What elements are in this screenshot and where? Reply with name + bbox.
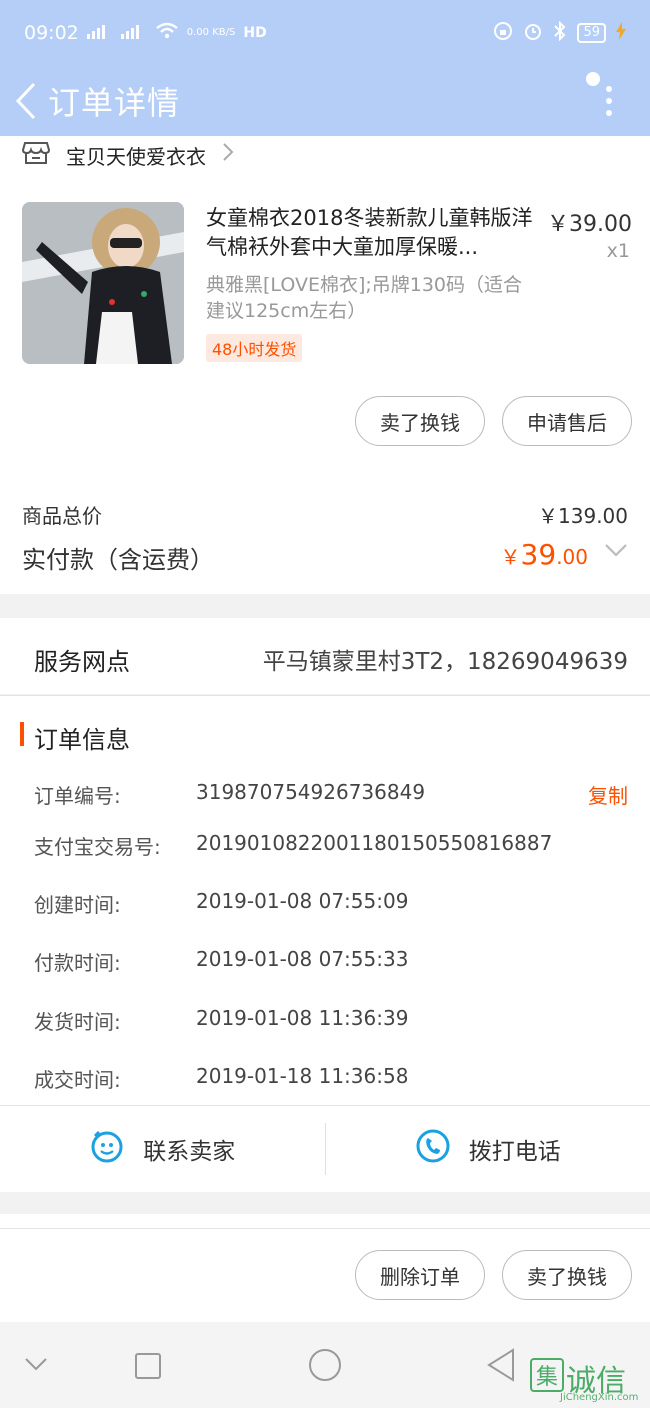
product-quantity: x1: [606, 240, 630, 262]
paid-label: 实付款（含运费）: [22, 546, 214, 574]
product-image[interactable]: [22, 202, 184, 364]
shop-row[interactable]: 宝贝天使爱衣衣: [0, 136, 650, 174]
divider: [0, 695, 650, 696]
product-title[interactable]: 女童棉衣2018冬装新款儿童韩版洋气棉袄外套中大童加厚保暖...: [206, 204, 536, 262]
watermark-sub: JiChengXin.com: [560, 1392, 639, 1403]
signal-icon: [86, 23, 113, 43]
call-button[interactable]: 拨打电话: [326, 1128, 650, 1170]
call-label: 拨打电话: [468, 1139, 561, 1165]
recent-apps-icon[interactable]: [134, 1352, 162, 1384]
status-time: 09:02: [24, 22, 79, 44]
charging-icon: [616, 21, 626, 45]
wifi-icon: [155, 22, 179, 45]
paid-decimal: .00: [556, 545, 588, 569]
notification-dot: [586, 72, 600, 86]
top-navbar: 订单详情: [0, 66, 650, 136]
created-time-label: 创建时间:: [34, 893, 121, 917]
closed-time-value: 2019-01-18 11:36:58: [196, 1064, 409, 1088]
watermark-mark: 集: [530, 1358, 564, 1392]
bluetooth-icon: [553, 20, 567, 46]
shipping-tag: 48小时发货: [206, 334, 303, 362]
back-arrow-icon[interactable]: [4, 66, 48, 136]
shipped-time-value: 2019-01-08 11:36:39: [196, 1006, 409, 1030]
total-value: ￥139.00: [538, 504, 628, 528]
back-triangle-icon[interactable]: [486, 1348, 516, 1386]
service-value: 平马镇蒙里村3T2，18269049639: [262, 649, 628, 675]
sell-button[interactable]: 卖了换钱: [355, 396, 485, 446]
chevron-right-icon: [222, 142, 234, 168]
paid-time-label: 付款时间:: [34, 951, 121, 975]
lock-icon: [493, 21, 513, 46]
contact-seller-button[interactable]: 联系卖家: [0, 1128, 325, 1170]
paid-currency: ￥: [500, 545, 521, 569]
battery-level: 59: [577, 23, 606, 43]
alipay-number-value: 2019010822001180150550816887: [196, 831, 553, 855]
paid-integer: 39: [520, 538, 557, 571]
closed-time-label: 成交时间:: [34, 1068, 121, 1092]
paid-value[interactable]: ￥39.00: [501, 538, 588, 571]
sell-button[interactable]: 卖了换钱: [502, 1250, 632, 1300]
product-sku: 典雅黑[LOVE棉衣];吊牌130码（适合建议125cm左右）: [206, 274, 523, 322]
status-bar: 09:02 0.00 KB/S HD 59: [0, 0, 650, 66]
hd-badge: HD: [243, 25, 267, 41]
chevron-down-icon[interactable]: [604, 542, 628, 562]
contact-row: 联系卖家 拨打电话: [0, 1106, 650, 1192]
net-speed: 0.00 KB/S: [186, 27, 236, 38]
section-accent-bar: [20, 722, 24, 746]
paid-time-value: 2019-01-08 07:55:33: [196, 947, 409, 971]
alarm-icon: [523, 21, 543, 46]
created-time-value: 2019-01-08 07:55:09: [196, 889, 409, 913]
watermark-logo: 集 诚信 JiChengXin.com: [530, 1356, 644, 1406]
phone-icon: [415, 1128, 451, 1170]
total-label: 商品总价: [22, 504, 102, 528]
shipped-time-label: 发货时间:: [34, 1010, 121, 1034]
alipay-number-label: 支付宝交易号:: [34, 835, 161, 859]
store-icon: [21, 141, 51, 169]
contact-seller-label: 联系卖家: [143, 1139, 236, 1165]
service-label: 服务网点: [34, 648, 130, 676]
chevron-down-icon[interactable]: [24, 1356, 48, 1375]
chat-smile-icon: [89, 1128, 125, 1170]
order-info-title: 订单信息: [34, 726, 130, 754]
delete-order-button[interactable]: 删除订单: [355, 1250, 485, 1300]
copy-button[interactable]: 复制: [588, 780, 628, 809]
aftersale-button[interactable]: 申请售后: [502, 396, 632, 446]
product-price: ￥39.00: [547, 212, 632, 237]
more-menu-icon[interactable]: [586, 72, 622, 126]
page-title: 订单详情: [48, 84, 181, 122]
home-icon[interactable]: [308, 1348, 342, 1386]
signal-icon: [120, 23, 147, 43]
divider: [0, 1228, 650, 1229]
shop-name: 宝贝天使爱衣衣: [66, 144, 206, 169]
order-number-label: 订单编号:: [34, 784, 121, 808]
order-number-value: 319870754926736849: [196, 780, 426, 804]
